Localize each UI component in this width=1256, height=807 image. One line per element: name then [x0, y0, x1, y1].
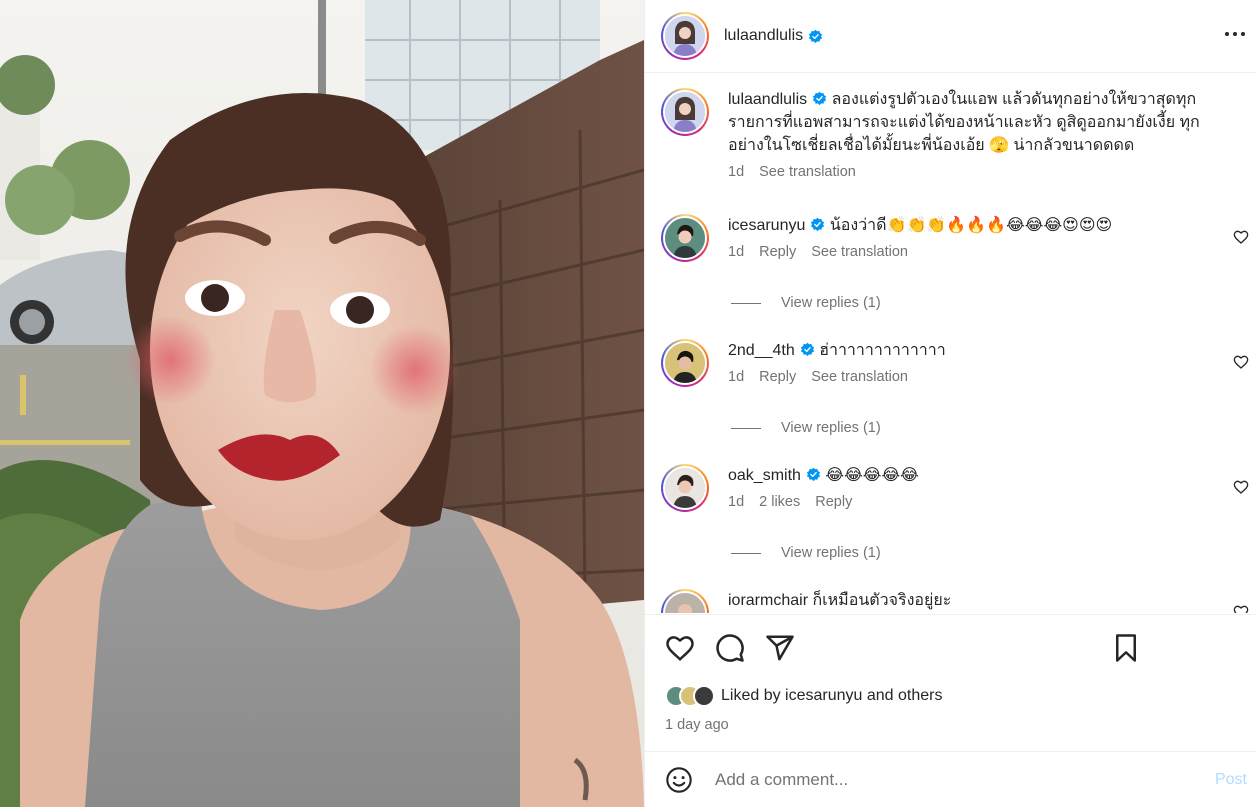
view-replies-button[interactable]: View replies (1)	[731, 295, 881, 311]
comment-item: oak_smith 😂😂😂😂😂 1d 2 likes Reply	[661, 464, 1251, 544]
liker-avatar	[693, 685, 715, 707]
comment-like-heart-icon[interactable]	[1233, 229, 1249, 245]
comment-time: 1d	[728, 494, 745, 510]
comment-icon[interactable]	[715, 633, 745, 663]
reply-button[interactable]: Reply	[759, 369, 796, 385]
view-replies-button[interactable]: View replies (1)	[731, 420, 881, 436]
reply-button[interactable]: Reply	[815, 494, 852, 510]
avatar-image	[665, 468, 705, 508]
comment-text: น้องว่าดี👏👏👏🔥🔥🔥😂😂😂😍😍😍	[829, 217, 1113, 234]
liked-by-others[interactable]: others	[898, 687, 942, 705]
share-icon[interactable]	[765, 633, 795, 663]
commenter-avatar[interactable]	[661, 589, 709, 613]
liked-by-prefix: Liked by	[721, 687, 781, 704]
comment-likes-count[interactable]: 2 likes	[759, 494, 800, 510]
post-time[interactable]: 1 day ago	[665, 717, 729, 733]
post-button[interactable]: Post	[1215, 771, 1247, 789]
commenter-username[interactable]: iorarmchair	[728, 592, 808, 609]
commenter-avatar[interactable]	[661, 339, 709, 387]
comment-time: 1d	[728, 244, 745, 260]
avatar-image	[665, 92, 705, 132]
commenter-username[interactable]: oak_smith	[728, 467, 801, 484]
view-replies-button[interactable]: View replies (1)	[731, 545, 881, 561]
comment-text: ก็เหมือนตัวจริงอยู่ยะ	[812, 592, 952, 609]
liked-by-user[interactable]: icesarunyu	[785, 687, 862, 705]
comment-text: 😂😂😂😂😂	[825, 467, 919, 484]
avatar-image	[665, 593, 705, 613]
verified-badge-icon	[800, 342, 814, 357]
comment-item: iorarmchair ก็เหมือนตัวจริงอยู่ยะ	[661, 589, 1251, 613]
comment-item: icesarunyu น้องว่าดี👏👏👏🔥🔥🔥😂😂😂😍😍😍 1d Repl…	[661, 214, 1251, 294]
see-translation-link[interactable]: See translation	[759, 164, 856, 180]
commenter-username[interactable]: icesarunyu	[728, 217, 805, 234]
post-viewer: lulaandlulis lulaandlulis ลองแต่งรูปตัวเ…	[0, 0, 1256, 807]
caption-time: 1d	[728, 164, 745, 180]
actions-bar: Liked by icesarunyu and others 1 day ago	[645, 614, 1256, 751]
verified-badge-icon	[806, 467, 820, 482]
comment-item: 2nd__4th ฮ่าาาาาาาาาาาาา 1d Reply See tr…	[661, 339, 1251, 419]
verified-badge-icon	[813, 91, 827, 106]
author-avatar[interactable]	[661, 12, 709, 60]
add-comment-bar: Post	[645, 751, 1256, 807]
view-replies-label: View replies (1)	[781, 420, 881, 436]
see-translation-link[interactable]: See translation	[811, 244, 908, 260]
bookmark-icon[interactable]	[1111, 633, 1141, 663]
liker-avatars	[665, 685, 715, 707]
view-replies-label: View replies (1)	[781, 545, 881, 561]
heart-icon[interactable]	[665, 633, 695, 663]
avatar-image	[665, 343, 705, 383]
avatar-image	[665, 16, 705, 56]
post-header: lulaandlulis	[645, 0, 1256, 73]
liked-by[interactable]: Liked by icesarunyu and others	[665, 685, 943, 707]
post-panel: lulaandlulis lulaandlulis ลองแต่งรูปตัวเ…	[644, 0, 1256, 807]
verified-badge-icon	[811, 217, 825, 232]
replies-divider	[731, 427, 761, 429]
see-translation-link[interactable]: See translation	[811, 369, 908, 385]
post-photo[interactable]	[0, 0, 644, 807]
caption-text: lulaandlulis ลองแต่งรูปตัวเองในแอพ แล้วด…	[728, 88, 1208, 157]
comment-like-heart-icon[interactable]	[1233, 604, 1249, 613]
replies-divider	[731, 552, 761, 554]
commenter-avatar[interactable]	[661, 464, 709, 512]
selfie-image	[0, 0, 644, 807]
verified-badge-icon	[809, 29, 823, 43]
emoji-icon[interactable]	[665, 766, 693, 794]
comment-like-heart-icon[interactable]	[1233, 354, 1249, 370]
commenter-avatar[interactable]	[661, 214, 709, 262]
caption: lulaandlulis ลองแต่งรูปตัวเองในแอพ แล้วด…	[661, 88, 1251, 188]
author-username[interactable]: lulaandlulis	[724, 27, 803, 45]
caption-avatar[interactable]	[661, 88, 709, 136]
reply-button[interactable]: Reply	[759, 244, 796, 260]
avatar-image	[665, 218, 705, 258]
comments-list[interactable]: lulaandlulis ลองแต่งรูปตัวเองในแอพ แล้วด…	[645, 73, 1256, 613]
comment-text: ฮ่าาาาาาาาาาาาา	[819, 342, 946, 359]
caption-username[interactable]: lulaandlulis	[728, 91, 807, 108]
commenter-username[interactable]: 2nd__4th	[728, 342, 795, 359]
replies-divider	[731, 302, 761, 304]
view-replies-label: View replies (1)	[781, 295, 881, 311]
more-options-icon[interactable]	[1223, 22, 1247, 46]
comment-input[interactable]	[715, 769, 1185, 790]
comment-like-heart-icon[interactable]	[1233, 479, 1249, 495]
comment-time: 1d	[728, 369, 745, 385]
liked-by-and: and	[866, 687, 894, 704]
